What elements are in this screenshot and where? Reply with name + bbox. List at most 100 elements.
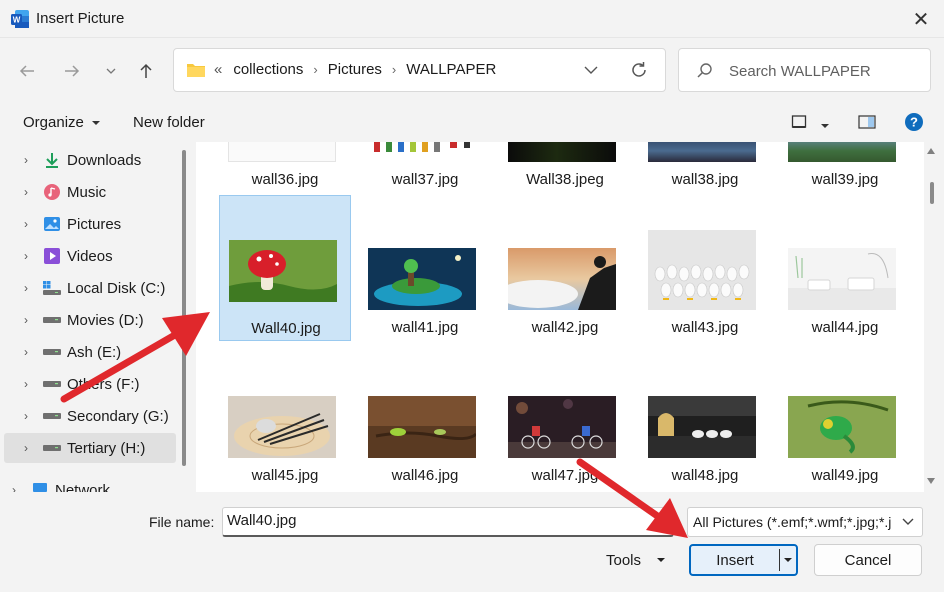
file-type-select[interactable]: All Pictures (*.emf;*.wmf;*.jpg;*.j xyxy=(687,507,923,537)
expand-chevron-icon[interactable]: › xyxy=(24,281,28,295)
help-button[interactable]: ? xyxy=(904,112,924,135)
view-options-button[interactable] xyxy=(820,117,830,133)
sidebar-item-label: Network xyxy=(55,481,111,493)
refresh-icon[interactable] xyxy=(629,60,649,80)
file-item[interactable]: wall41.jpg xyxy=(359,195,491,341)
drive-icon xyxy=(42,438,62,458)
thumbnail-image xyxy=(788,248,896,310)
new-folder-button[interactable]: New folder xyxy=(133,114,205,131)
expand-chevron-icon[interactable]: › xyxy=(24,377,28,391)
file-item[interactable]: wall42.jpg xyxy=(499,195,631,341)
file-item[interactable]: wall38.jpg xyxy=(639,142,771,200)
caret-down-icon xyxy=(92,121,101,125)
sidebar-item-local-disk-c[interactable]: › Local Disk (C:) xyxy=(4,273,176,303)
up-button[interactable] xyxy=(132,57,160,85)
expand-chevron-icon[interactable]: › xyxy=(12,483,16,492)
sidebar-scrollbar[interactable] xyxy=(182,150,186,466)
chevron-down-icon xyxy=(902,518,914,525)
file-item[interactable]: wall47.jpg xyxy=(499,343,631,489)
arrow-up-icon xyxy=(140,63,152,78)
file-name-field[interactable]: Wall40.jpg xyxy=(222,507,674,537)
close-button[interactable]: ✕ xyxy=(898,0,944,38)
help-icon: ? xyxy=(905,113,923,131)
forward-button[interactable] xyxy=(58,57,86,85)
expand-chevron-icon[interactable]: › xyxy=(24,345,28,359)
drive-icon xyxy=(42,342,62,362)
breadcrumb-pictures[interactable]: Pictures xyxy=(328,61,382,78)
preview-pane-button[interactable] xyxy=(858,114,876,133)
expand-chevron-icon[interactable]: › xyxy=(24,153,28,167)
sidebar-item-ash-e[interactable]: › Ash (E:) xyxy=(4,337,176,367)
sidebar-item-network[interactable]: › Network xyxy=(0,475,164,492)
tools-button[interactable]: Tools xyxy=(606,552,641,569)
expand-chevron-icon[interactable]: › xyxy=(24,185,28,199)
sidebar-item-movies-d[interactable]: › Movies (D:) xyxy=(4,305,176,335)
organize-button[interactable]: Organize xyxy=(23,114,101,131)
file-item[interactable]: wall48.jpg xyxy=(639,343,771,489)
caret-down-icon[interactable] xyxy=(656,556,666,564)
thumbnail-image xyxy=(228,142,336,162)
expand-chevron-icon[interactable]: › xyxy=(24,441,28,455)
file-name-label: File name: xyxy=(149,514,215,530)
expand-chevron-icon[interactable]: › xyxy=(24,409,28,423)
sidebar-item-downloads[interactable]: › Downloads xyxy=(4,145,176,175)
thumbnail-image xyxy=(788,396,896,458)
address-dropdown-icon[interactable] xyxy=(584,65,598,75)
scroll-up-icon[interactable] xyxy=(927,148,935,154)
file-item[interactable]: Wall38.jpeg xyxy=(499,142,631,200)
file-item[interactable]: wall49.jpg xyxy=(779,343,911,489)
drive-icon xyxy=(42,406,62,426)
insert-options-icon[interactable] xyxy=(783,556,793,564)
breadcrumb-overflow[interactable]: « xyxy=(214,61,222,78)
sidebar-item-videos[interactable]: › Videos xyxy=(4,241,176,271)
thumbnail-image xyxy=(368,396,476,458)
windows-drive-icon xyxy=(42,278,62,298)
expand-chevron-icon[interactable]: › xyxy=(24,249,28,263)
search-input[interactable]: Search WALLPAPER xyxy=(729,63,871,80)
file-item[interactable]: wall45.jpg xyxy=(219,343,351,489)
breadcrumb-collections[interactable]: collections xyxy=(233,61,303,78)
file-item[interactable]: wall36.jpg xyxy=(219,142,351,200)
dialog-footer: File name: Wall40.jpg All Pictures (*.em… xyxy=(0,492,944,592)
breadcrumb-wallpaper[interactable]: WALLPAPER xyxy=(406,61,496,78)
cancel-button[interactable]: Cancel xyxy=(814,544,922,576)
sidebar-item-music[interactable]: › Music xyxy=(4,177,176,207)
scroll-down-icon[interactable] xyxy=(927,478,935,484)
videos-icon xyxy=(42,246,62,266)
file-item[interactable]: wall46.jpg xyxy=(359,343,491,489)
pictures-icon xyxy=(42,214,62,234)
recent-locations-button[interactable] xyxy=(97,57,125,85)
sidebar-item-pictures[interactable]: › Pictures xyxy=(4,209,176,239)
file-item[interactable]: wall44.jpg xyxy=(779,195,911,341)
search-box[interactable]: Search WALLPAPER xyxy=(678,48,931,92)
expand-chevron-icon[interactable]: › xyxy=(24,313,28,327)
file-item-selected[interactable]: Wall40.jpg xyxy=(219,195,351,341)
file-name: wall46.jpg xyxy=(391,467,459,484)
file-name: wall43.jpg xyxy=(671,319,739,336)
file-grid-scrollbar[interactable] xyxy=(930,182,934,204)
navigation-pane: › Downloads › Music › Pictures › Videos … xyxy=(0,142,192,492)
close-icon: ✕ xyxy=(912,8,930,31)
thumbnail-image xyxy=(508,248,616,310)
file-item[interactable]: wall43.jpg xyxy=(639,195,771,341)
thumbnail-image xyxy=(508,396,616,458)
expand-chevron-icon[interactable]: › xyxy=(24,217,28,231)
file-item[interactable]: wall37.jpg xyxy=(359,142,491,200)
sidebar-item-label: Videos xyxy=(67,247,113,265)
file-name: wall36.jpg xyxy=(251,171,319,188)
view-icon xyxy=(791,115,807,128)
sidebar-item-others-f[interactable]: › Others (F:) xyxy=(4,369,176,399)
sidebar-item-tertiary-h[interactable]: › Tertiary (H:) xyxy=(4,433,176,463)
chevron-down-icon xyxy=(106,68,116,74)
view-button[interactable] xyxy=(791,114,807,133)
back-button[interactable] xyxy=(13,57,41,85)
svg-text:?: ? xyxy=(910,115,918,130)
file-item[interactable]: wall39.jpg xyxy=(779,142,911,200)
file-name: wall47.jpg xyxy=(531,467,599,484)
breadcrumb: « collections › Pictures › WALLPAPER xyxy=(214,61,496,78)
address-bar[interactable]: « collections › Pictures › WALLPAPER xyxy=(173,48,666,92)
sidebar-item-secondary-g[interactable]: › Secondary (G:) xyxy=(4,401,176,431)
sidebar-item-label: Music xyxy=(67,183,107,201)
sidebar-item-label: Pictures xyxy=(67,215,122,233)
insert-button[interactable]: Insert xyxy=(689,544,798,576)
